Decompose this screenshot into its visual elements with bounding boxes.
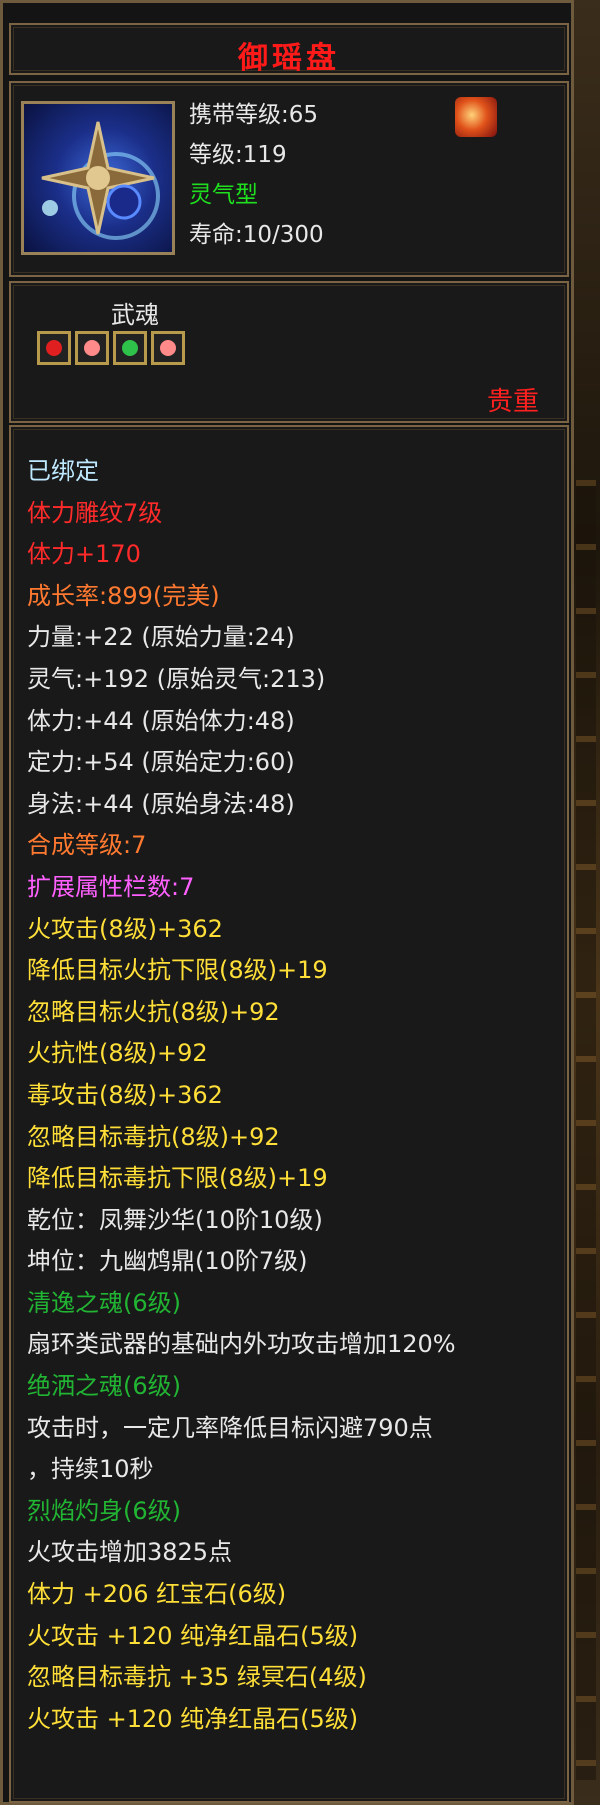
- attribute-line: 体力 +206 红宝石(6级): [27, 1580, 287, 1609]
- rarity-label: 贵重: [486, 387, 539, 417]
- attribute-line: 体力+170: [27, 540, 141, 569]
- weapon-soul-section: 武魂 贵重: [9, 281, 569, 423]
- item-type: 灵气型: [189, 182, 258, 208]
- attribute-line: 毒攻击(8级)+362: [27, 1080, 223, 1109]
- attribute-line: 忽略目标毒抗(8级)+92: [27, 1122, 280, 1151]
- attribute-line: 坤位：九幽鸩鼎(10阶7级): [27, 1247, 308, 1276]
- item-level: 等级:119: [189, 142, 287, 168]
- attribute-line: 体力:+44 (原始体力:48): [27, 706, 295, 735]
- item-lifespan: 寿命:10/300: [189, 222, 324, 248]
- attribute-line: 忽略目标火抗(8级)+92: [27, 997, 280, 1026]
- weapon-soul-label: 武魂: [111, 301, 159, 329]
- carry-level: 携带等级:65: [189, 102, 319, 128]
- pink-gem-icon[interactable]: [75, 331, 109, 365]
- game-scene-background: [572, 0, 600, 1805]
- item-tooltip: 御瑶盘 携带等级:65 等级:119 灵气型 寿命:10/300 武魂 贵重 已…: [0, 0, 574, 1805]
- attribute-line: 火攻击(8级)+362: [27, 914, 223, 943]
- attribute-line: 体力雕纹7级: [27, 498, 163, 527]
- attribute-line: 扇环类武器的基础内外功攻击增加120%: [27, 1330, 456, 1359]
- attribute-list: 已绑定体力雕纹7级 体力+170 成长率:899(完美) 力量:+22 (原始力量:2…: [27, 451, 567, 1740]
- attribute-line: 定力:+54 (原始定力:60): [27, 748, 295, 777]
- attribute-line: 力量:+22 (原始力量:24): [27, 623, 295, 652]
- green-gem-icon[interactable]: [113, 331, 147, 365]
- attribute-line: 乾位：凤舞沙华(10阶10级): [27, 1205, 323, 1234]
- red-gem-icon[interactable]: [37, 331, 71, 365]
- attribute-line: 火攻击 +120 纯净红晶石(5级): [27, 1704, 359, 1733]
- gem-slots: [37, 331, 185, 365]
- attributes-section: 已绑定体力雕纹7级 体力+170 成长率:899(完美) 力量:+22 (原始力量:2…: [9, 425, 569, 1803]
- attribute-line: 绝洒之魂(6级): [27, 1372, 181, 1401]
- attribute-line: 成长率:899(完美): [27, 581, 220, 610]
- attribute-line: 攻击时，一定几率降低目标闪避790点: [27, 1413, 433, 1442]
- attribute-line: ，持续10秒: [27, 1455, 154, 1484]
- pink-gem-icon[interactable]: [151, 331, 185, 365]
- attribute-line: 身法:+44 (原始身法:48): [27, 789, 295, 818]
- attribute-line: 忽略目标毒抗 +35 绿冥石(4级): [27, 1663, 367, 1692]
- tooltip-title-bar: 御瑶盘: [9, 23, 569, 76]
- item-info-section: 携带等级:65 等级:119 灵气型 寿命:10/300: [9, 81, 569, 277]
- attribute-line: 火抗性(8级)+92: [27, 1039, 208, 1068]
- shuriken-disc-icon[interactable]: [21, 101, 175, 255]
- item-name: 御瑶盘: [238, 41, 340, 76]
- flame-badge-icon[interactable]: [455, 97, 497, 137]
- attribute-line: 扩展属性栏数:7: [27, 872, 195, 901]
- attribute-line: 已绑定: [27, 457, 99, 485]
- attribute-line: 清逸之魂(6级): [27, 1288, 181, 1317]
- attribute-line: 烈焰灼身(6级): [27, 1496, 181, 1525]
- attribute-line: 火攻击增加3825点: [27, 1538, 233, 1567]
- attribute-line: 降低目标火抗下限(8级)+19: [27, 956, 328, 985]
- attribute-line: 降低目标毒抗下限(8级)+19: [27, 1164, 328, 1193]
- attribute-line: 火攻击 +120 纯净红晶石(5级): [27, 1621, 359, 1650]
- attribute-line: 合成等级:7: [27, 831, 147, 860]
- attribute-line: 灵气:+192 (原始灵气:213): [27, 664, 326, 693]
